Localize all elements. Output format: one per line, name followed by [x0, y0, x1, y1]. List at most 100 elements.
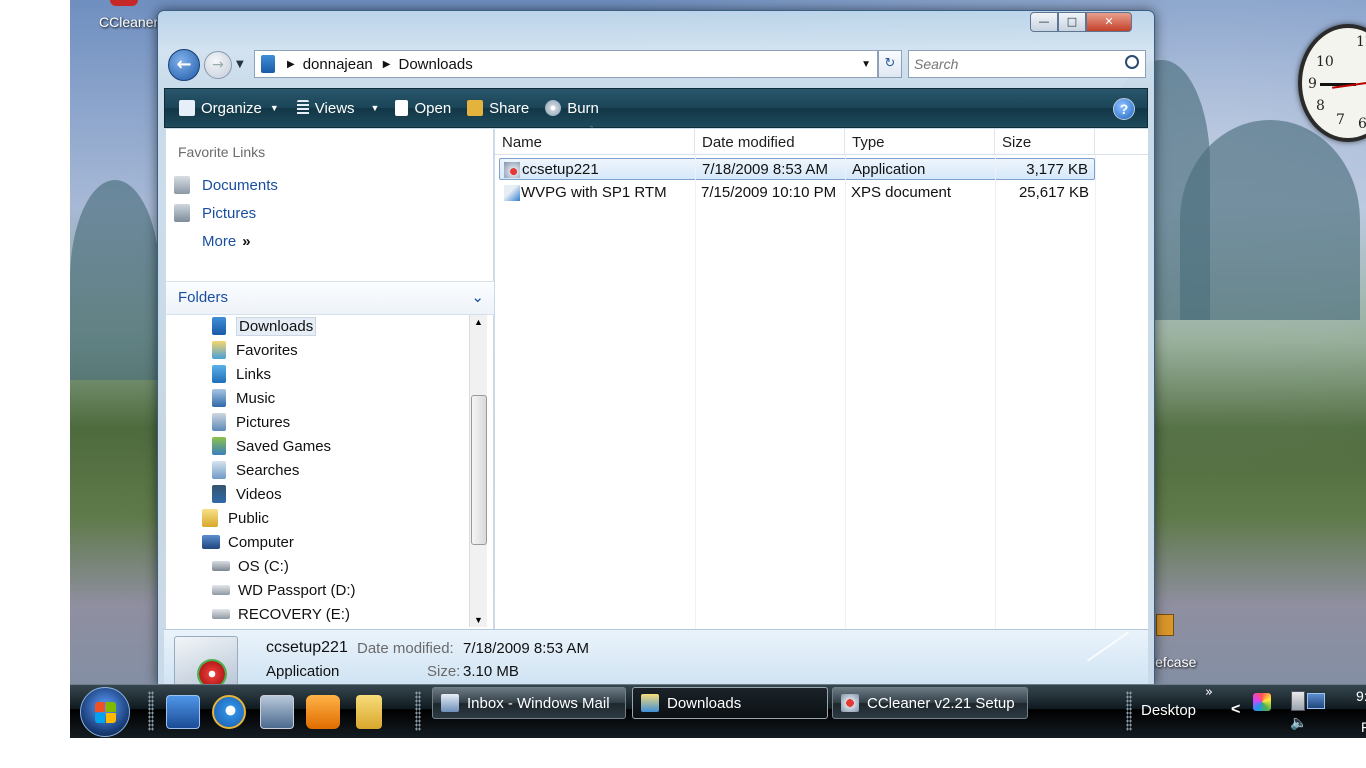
- tree-item-favorites[interactable]: Favorites: [212, 339, 298, 361]
- column-divider: [1095, 155, 1096, 629]
- toolbar-grip[interactable]: [148, 691, 154, 731]
- tree-item-label: Pictures: [236, 413, 291, 431]
- address-dropdown-icon[interactable]: ▼: [861, 59, 871, 70]
- breadcrumb-item-donnajean[interactable]: donnajean: [303, 56, 373, 73]
- switch-windows-icon[interactable]: [260, 695, 294, 729]
- maximize-button[interactable]: □: [1058, 12, 1086, 32]
- taskbar-button-label: CCleaner v2.21 Setup: [867, 694, 1015, 712]
- tree-item-links[interactable]: Links: [212, 363, 271, 385]
- help-icon[interactable]: ?: [1113, 98, 1135, 120]
- share-button[interactable]: Share: [461, 93, 535, 123]
- breadcrumb-item-downloads[interactable]: Downloads: [398, 56, 472, 73]
- windows-logo-icon: [95, 713, 105, 723]
- tree-item-searches[interactable]: Searches: [212, 459, 299, 481]
- search-box[interactable]: [908, 50, 1146, 78]
- ccleaner-desktop-label[interactable]: CCleaner: [99, 14, 158, 30]
- organize-label: Organize: [201, 99, 262, 117]
- details-date-label: Date modified:: [357, 640, 454, 657]
- tree-item-os-c[interactable]: OS (C:): [212, 555, 289, 577]
- tree-item-computer[interactable]: Computer: [202, 531, 294, 553]
- favorite-link-pictures[interactable]: Pictures: [174, 202, 256, 224]
- column-header-type[interactable]: Type: [845, 129, 995, 155]
- drive-icon: [212, 609, 230, 619]
- close-button[interactable]: ✕: [1086, 12, 1132, 32]
- windows-logo-icon: [106, 713, 116, 723]
- folder-tree-scrollbar[interactable]: ▲ ▼: [469, 315, 487, 627]
- tree-item-recovery[interactable]: RECOVERY (E:): [212, 603, 350, 625]
- scroll-down-icon[interactable]: ▼: [474, 615, 483, 625]
- installer-icon: [841, 694, 859, 712]
- tree-item-label: Links: [236, 365, 272, 383]
- taskbar-button-downloads[interactable]: Downloads: [632, 687, 828, 719]
- sort-ascending-icon: ˆ: [590, 125, 593, 135]
- views-button[interactable]: Views ▼: [291, 93, 386, 123]
- ccleaner-desktop-icon[interactable]: [110, 0, 138, 6]
- tree-item-music[interactable]: Music: [212, 387, 275, 409]
- pictures-icon: [174, 204, 190, 222]
- address-bar[interactable]: ▶ donnajean ▶ Downloads ▼: [254, 50, 878, 78]
- tree-item-public[interactable]: Public: [202, 507, 269, 529]
- tree-item-videos[interactable]: Videos: [212, 483, 282, 505]
- forward-arrow-icon[interactable]: →: [204, 51, 232, 79]
- toolbar-overflow-icon[interactable]: »: [1205, 685, 1213, 700]
- column-header-size[interactable]: Size: [995, 129, 1095, 155]
- toolbar-grip[interactable]: [415, 691, 421, 731]
- tray-battery-icon[interactable]: [1291, 691, 1305, 711]
- tree-item-saved-games[interactable]: Saved Games: [212, 435, 331, 457]
- taskbar-button-ccleaner-setup[interactable]: CCleaner v2.21 Setup: [832, 687, 1028, 719]
- file-list-header: Name ˆ Date modified Type Size: [495, 125, 1148, 155]
- favorite-links-more[interactable]: More »: [202, 230, 251, 252]
- search-icon[interactable]: [1125, 55, 1139, 69]
- tree-item-downloads[interactable]: Downloads: [212, 315, 317, 337]
- file-name: WVPG with SP1 RTM: [521, 184, 667, 201]
- folder-icon[interactable]: [356, 695, 382, 729]
- volume-icon[interactable]: 🔈: [1290, 715, 1307, 731]
- tray-app-icon[interactable]: [1253, 693, 1271, 711]
- tree-item-label: OS (C:): [238, 557, 289, 575]
- start-button[interactable]: [80, 687, 130, 737]
- tree-item-pictures[interactable]: Pictures: [212, 411, 290, 433]
- chevron-down-icon[interactable]: ⌄: [471, 288, 484, 306]
- tray-clock-time[interactable]: 9:: [1356, 688, 1366, 704]
- show-desktop-icon[interactable]: [166, 695, 200, 729]
- column-header-name[interactable]: Name: [495, 129, 695, 155]
- refresh-icon[interactable]: ↻: [878, 50, 902, 78]
- command-bar: Organize ▼ Views ▼ Open Share Burn ?: [164, 88, 1148, 128]
- search-input[interactable]: [914, 52, 1114, 76]
- tree-item-wd-passport[interactable]: WD Passport (D:): [212, 579, 356, 601]
- breadcrumb-arrow-icon[interactable]: ▶: [287, 59, 295, 70]
- breadcrumb-arrow-icon[interactable]: ▶: [383, 59, 391, 70]
- burn-button[interactable]: Burn: [539, 93, 605, 123]
- file-size: 25,617 KB: [1018, 184, 1089, 201]
- internet-explorer-icon[interactable]: [212, 695, 246, 729]
- back-arrow-icon[interactable]: ←: [168, 49, 200, 81]
- show-hidden-icons-chevron[interactable]: <: [1231, 701, 1240, 719]
- open-label: Open: [414, 99, 452, 117]
- media-player-icon[interactable]: [306, 695, 340, 729]
- file-row-wvpg[interactable]: WVPG with SP1 RTM 7/15/2009 10:10 PM XPS…: [499, 182, 1095, 204]
- taskbar-button-label: Downloads: [667, 694, 742, 712]
- minimize-button[interactable]: —: [1030, 12, 1058, 32]
- tree-item-label: WD Passport (D:): [238, 581, 356, 599]
- downloads-folder-icon: [641, 694, 659, 712]
- toolbar-grip[interactable]: [1126, 691, 1132, 731]
- desktop-toolbar-label[interactable]: Desktop: [1141, 702, 1196, 719]
- scroll-up-icon[interactable]: ▲: [474, 317, 483, 327]
- column-header-date-modified[interactable]: Date modified: [695, 129, 845, 155]
- briefcase-desktop-label[interactable]: Briefcase: [1155, 654, 1196, 670]
- folders-header[interactable]: Folders ⌄: [166, 281, 494, 315]
- recent-pages-dropdown-icon[interactable]: ▼: [236, 59, 244, 70]
- file-row-ccsetup221[interactable]: ccsetup221 7/18/2009 8:53 AM Application…: [499, 158, 1095, 180]
- file-size: 3,177 KB: [1026, 161, 1088, 178]
- views-label: Views: [314, 99, 355, 117]
- briefcase-desktop-icon[interactable]: [1156, 614, 1174, 636]
- favorite-link-documents[interactable]: Documents: [174, 174, 278, 196]
- tray-clock-date[interactable]: F: [1361, 719, 1366, 735]
- scrollbar-thumb[interactable]: [471, 395, 487, 545]
- open-button[interactable]: Open: [389, 93, 457, 123]
- network-icon[interactable]: [1307, 693, 1325, 709]
- organize-button[interactable]: Organize ▼: [173, 93, 285, 123]
- taskbar-button-windows-mail[interactable]: Inbox - Windows Mail: [432, 687, 626, 719]
- explorer-window[interactable]: — □ ✕ ← → ▼ ▶ donnajean ▶ Downloads ▼ ↻ …: [157, 10, 1155, 693]
- clock-number-10: 10: [1316, 54, 1334, 70]
